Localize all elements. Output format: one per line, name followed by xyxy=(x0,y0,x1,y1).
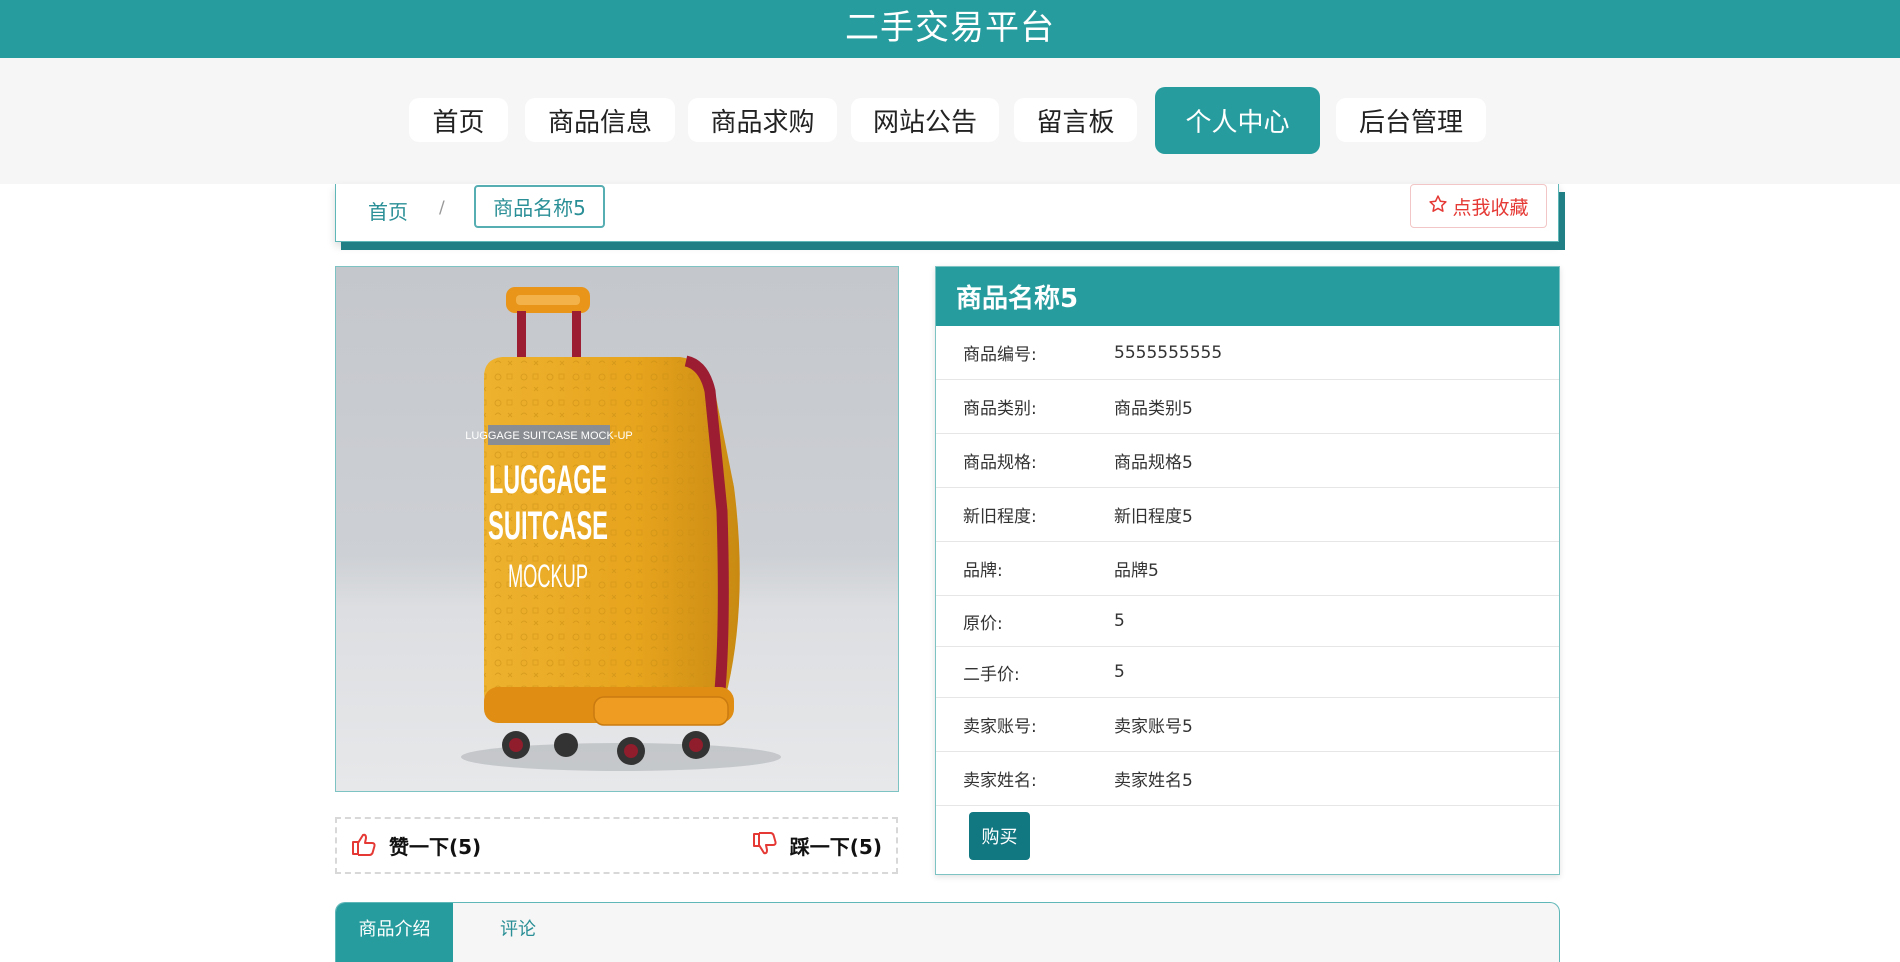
buy-button[interactable]: 购买 xyxy=(969,812,1030,860)
product-info-panel: 商品名称5 商品编号: 5555555555 商品类别: 商品类别5 商品规格:… xyxy=(935,266,1560,875)
info-value: 5555555555 xyxy=(1114,342,1223,363)
info-label: 商品规格: xyxy=(963,453,1037,473)
tab-comments[interactable]: 评论 xyxy=(453,903,583,962)
image-text-small: LUGGAGE SUITCASE MOCK-UP xyxy=(465,430,632,442)
breadcrumb-home-link[interactable]: 首页 xyxy=(368,196,408,225)
thumbs-down-icon xyxy=(752,831,778,860)
vote-bar: 赞一下(5) 踩一下(5) xyxy=(335,817,898,874)
nav-item-message-board[interactable]: 留言板 xyxy=(1014,98,1137,142)
info-value: 5 xyxy=(1114,662,1125,682)
dislike-label: 踩一下(5) xyxy=(789,835,882,859)
info-label: 卖家姓名: xyxy=(963,771,1037,791)
info-row-spec: 商品规格: 商品规格5 xyxy=(936,434,1559,488)
product-title: 商品名称5 xyxy=(936,267,1559,326)
info-label: 商品编号: xyxy=(963,345,1037,365)
nav-item-admin[interactable]: 后台管理 xyxy=(1336,98,1486,142)
info-row-original-price: 原价: 5 xyxy=(936,596,1559,647)
info-label: 二手价: xyxy=(963,664,1020,685)
info-row-product-id: 商品编号: 5555555555 xyxy=(936,326,1559,380)
info-label: 新旧程度: xyxy=(963,507,1037,527)
thumbs-up-icon xyxy=(351,832,377,860)
info-value: 5 xyxy=(1114,611,1125,631)
info-value: 商品规格5 xyxy=(1114,453,1193,473)
info-label: 品牌: xyxy=(963,561,1003,581)
info-row-category: 商品类别: 商品类别5 xyxy=(936,380,1559,434)
info-row-seller-account: 卖家账号: 卖家账号5 xyxy=(936,698,1559,752)
favorite-button[interactable]: 点我收藏 xyxy=(1410,184,1547,228)
breadcrumb: 首页 / 商品名称5 点我收藏 xyxy=(335,184,1559,242)
nav-item-products[interactable]: 商品信息 xyxy=(525,98,675,142)
info-row-brand: 品牌: 品牌5 xyxy=(936,542,1559,596)
image-text-line3: MOCKUP xyxy=(508,558,588,594)
favorite-label: 点我收藏 xyxy=(1452,196,1529,219)
info-value: 卖家姓名5 xyxy=(1114,771,1193,791)
nav-item-home[interactable]: 首页 xyxy=(409,98,508,142)
info-value: 卖家账号5 xyxy=(1114,717,1193,737)
nav-item-personal-center[interactable]: 个人中心 xyxy=(1155,87,1320,154)
info-row-seller-name: 卖家姓名: 卖家姓名5 xyxy=(936,752,1559,806)
image-text-line1: LUGGAGE xyxy=(489,458,607,502)
info-label: 原价: xyxy=(963,613,1003,634)
site-title: 二手交易平台 xyxy=(845,7,1055,48)
info-value: 商品类别5 xyxy=(1114,399,1193,419)
info-value: 品牌5 xyxy=(1114,561,1159,581)
info-label: 卖家账号: xyxy=(963,717,1037,737)
main-nav: 首页 商品信息 商品求购 网站公告 留言板 个人中心 后台管理 xyxy=(0,58,1900,184)
site-header: 二手交易平台 xyxy=(0,0,1900,58)
info-row-second-hand-price: 二手价: 5 xyxy=(936,647,1559,698)
product-image: LUGGAGE SUITCASE MOCK-UP LUGGAGE SUITCAS… xyxy=(335,266,899,792)
tab-product-intro[interactable]: 商品介绍 xyxy=(336,903,453,962)
star-outline-icon xyxy=(1428,194,1448,219)
like-label: 赞一下(5) xyxy=(389,835,482,859)
image-text-line2: SUITCASE xyxy=(488,504,608,548)
like-button[interactable]: 赞一下(5) xyxy=(351,831,481,860)
nav-item-announcements[interactable]: 网站公告 xyxy=(851,98,999,142)
info-value: 新旧程度5 xyxy=(1114,507,1193,527)
info-label: 商品类别: xyxy=(963,399,1037,419)
breadcrumb-separator: / xyxy=(439,198,445,218)
info-row-condition: 新旧程度: 新旧程度5 xyxy=(936,488,1559,542)
nav-item-wanted[interactable]: 商品求购 xyxy=(688,98,837,142)
breadcrumb-current: 商品名称5 xyxy=(474,185,605,228)
detail-tabs: 商品介绍 评论 xyxy=(335,902,1560,962)
dislike-button[interactable]: 踩一下(5) xyxy=(752,831,882,860)
